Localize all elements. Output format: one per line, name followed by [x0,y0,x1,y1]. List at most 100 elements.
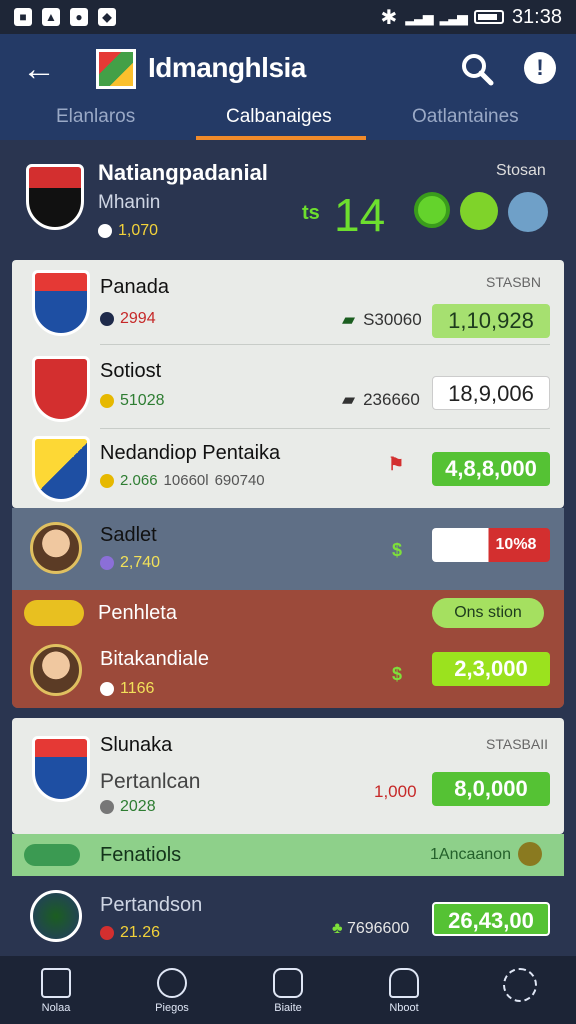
search-icon[interactable] [460,52,494,86]
count-value: 1166 [120,680,155,697]
section-title: Fenatiols [100,844,182,866]
tab-oatlantaines[interactable]: Oatlantaines [412,106,519,138]
dollar-icon: $ [392,540,403,560]
coins-icon [24,844,80,866]
odds-button[interactable]: 10%8 [432,528,550,562]
app-icon: ◆ [98,8,116,26]
list-item[interactable]: Bitakandiale 1166 $ 2,3,000 [12,636,564,708]
list-item[interactable]: Nedandiop Pentaika 2.066 10660l 690740 ⚑ 4… [12,430,564,508]
signal-icon: ▂▃▅ [439,8,468,25]
nav-label: Biaite [274,1002,302,1014]
trophy-icon [389,968,419,998]
odds-button[interactable]: 18,9,006 [432,376,550,410]
match-list: Panada 2994 STASBN ▰ S30060 1,10,928 Soti… [12,260,564,508]
odds-button[interactable]: 26,43,00 [432,902,550,936]
clock: 31:38 [511,5,562,28]
home-icon [41,968,71,998]
coin-icon [100,394,114,408]
nav-biaite[interactable]: Biaite [248,968,328,1014]
list-item[interactable]: Panada 2994 STASBN ▰ S30060 1,10,928 [12,260,564,344]
team-name: Natiangpadanial [98,160,268,185]
stake: ▰ S30060 [342,310,422,330]
section-badge[interactable]: 1Ancaanon [430,846,511,864]
nav-piegos[interactable]: Piegos [132,968,212,1014]
team-badge [414,192,450,228]
stake-value: 7696600 [346,920,410,937]
team-name: Panada [100,276,169,298]
list-item[interactable]: Slunaka Pertanlcan 2028 STASBAII 1,000 8… [12,718,564,834]
active-tab-indicator [196,136,366,140]
odds-button[interactable]: 4,8,8,000 [432,452,550,486]
player-count: 1166 [100,680,154,698]
team-sub: Mhanin [98,192,161,213]
count-value: 2,740 [120,554,161,571]
player-name: Bitakandiale [100,648,209,670]
nav-label: Nboot [389,1002,419,1014]
nav-label: Nolaa [41,1002,71,1014]
section-badge[interactable]: Ons stion [432,598,544,628]
team-name: Pertandson [100,894,203,916]
team-name: Nedandiop Pentaika [100,442,281,464]
count-value: 1,070 [118,222,159,239]
odds-value: 10%8 [495,536,537,553]
team-name: Sotiost [100,360,162,382]
app-icon: ● [70,8,88,26]
avatar [30,522,82,574]
coin-icon [100,556,114,570]
team-count: 2994 [100,310,156,328]
app-title: Idmanghlsia [148,52,306,83]
team-count: 2.066 10660l 690740 [100,472,265,489]
battery-icon [473,10,504,24]
team-name: Slunaka [100,734,173,756]
list-item[interactable]: Sotiost 51028 ▰ 236660 18,9,006 [12,346,564,428]
nav-home[interactable]: Nolaa [16,968,96,1014]
tab-elanlaros[interactable]: Elanlaros [56,106,135,138]
list-item[interactable]: Sadlet 2,740 $ 10%8 [12,508,564,590]
app-icon: ■ [14,8,32,26]
tab-calbanaiges[interactable]: Calbanaiges [226,106,332,138]
team-crest [26,164,84,230]
bill-icon: ▰ [342,310,356,329]
stake-value: S30060 [363,310,422,329]
nav-nboot[interactable]: Nboot [364,968,444,1014]
team-crest [32,436,90,502]
section-header: Fenatiols 1Ancaanon [12,834,564,876]
flag-icon: ⚑ [388,454,405,474]
ball-icon [100,800,114,814]
odds-button[interactable]: 2,3,000 [432,652,550,686]
nav-label: Piegos [155,1002,189,1014]
odds-button[interactable]: 8,0,000 [432,772,550,806]
app-bar: ← Idmanghlsia ! Elanlaros Calbanaiges Oa… [0,34,576,140]
count-value: 690740 [214,472,265,489]
featured-match[interactable]: Natiangpadanial Mhanin 1,070 Stosan ts 1… [12,148,564,252]
stake-value: 236660 [363,390,420,409]
ball-icon [100,682,114,696]
divider [100,428,550,429]
shield-icon [273,968,303,998]
coin-icon [518,842,542,866]
ball-icon [100,926,114,940]
back-arrow-icon[interactable]: ← [22,52,56,86]
team-crest [32,356,90,422]
stake: ♣ 7696600 [332,920,409,938]
list-item[interactable]: Pertandson 21.26 ♣ 7696600 26,43,00 [12,878,564,954]
odds-button[interactable]: 1,10,928 [432,304,550,338]
team-crest [32,736,90,802]
signal-icon: ▂▃▅ [405,8,433,25]
gear-icon [503,968,537,1002]
match-list: Sadlet 2,740 $ 10%8 Penhleta Ons stion B… [12,508,564,708]
stake-value: 1,000 [374,782,417,801]
team-sub: Pertanlcan [100,770,201,793]
ball-icon [100,312,114,326]
team-badge [460,192,498,230]
team-count: 2028 [100,798,156,816]
coins-icon [24,600,84,626]
avatar [30,644,82,696]
coin-icon [100,473,114,488]
team-count: 2,740 [100,554,160,572]
bluetooth-icon: ✱ [380,6,398,29]
info-icon[interactable]: ! [524,52,556,84]
app-logo [96,49,136,89]
nav-settings[interactable] [480,968,560,1006]
section-title: Penhleta [98,602,177,624]
